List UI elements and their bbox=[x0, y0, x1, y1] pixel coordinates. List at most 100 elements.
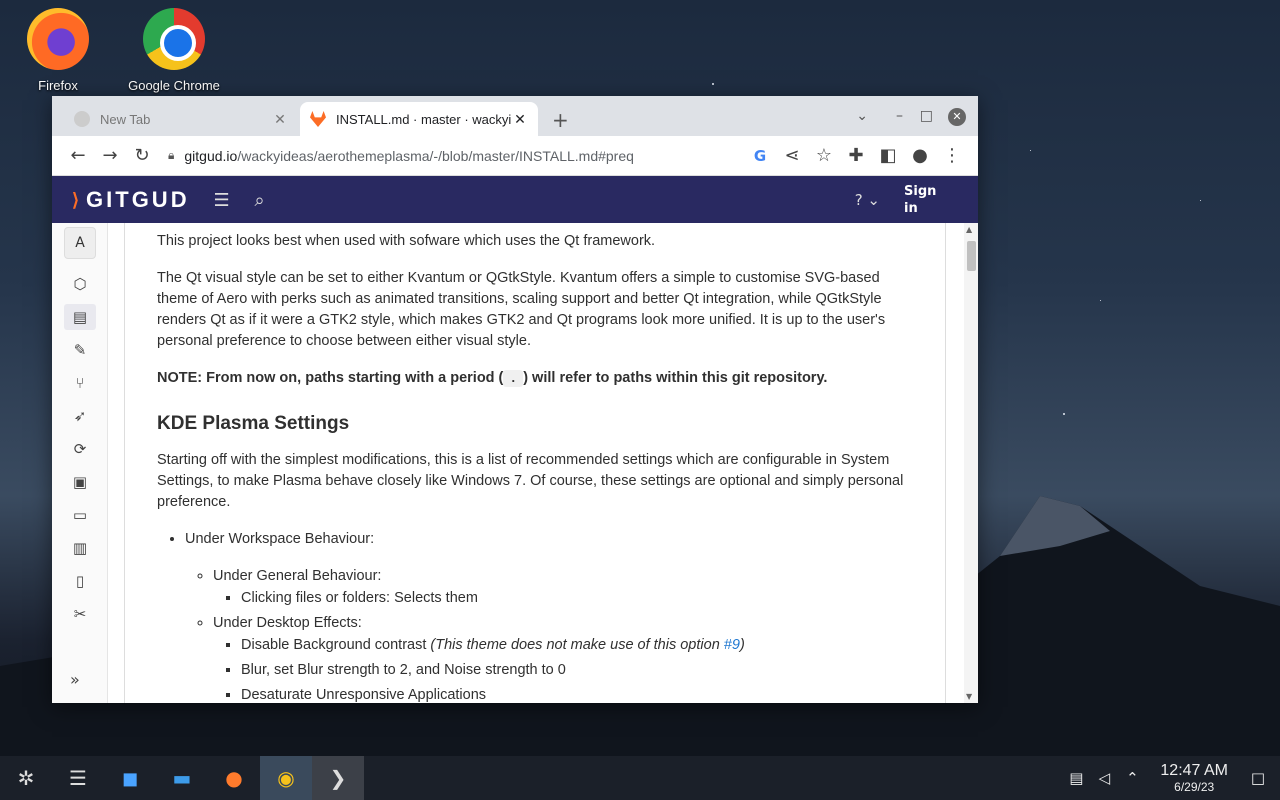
help-icon[interactable]: ? ⌄ bbox=[855, 191, 880, 209]
browser-toolbar: ← → ↻ 🔒︎ gitgud.io/wackyideas/aerothemep… bbox=[52, 136, 978, 176]
scroll-up-icon[interactable]: ▲ bbox=[966, 225, 972, 234]
clock-time: 12:47 AM bbox=[1160, 762, 1228, 779]
bookmark-star-icon[interactable]: ☆ bbox=[808, 140, 840, 172]
analytics-icon[interactable]: ▥ bbox=[64, 535, 96, 561]
close-tab-icon[interactable]: ✕ bbox=[512, 111, 528, 128]
tab-strip: New Tab ✕ INSTALL.md · master · wackyi ✕… bbox=[52, 96, 978, 136]
terminal-icon[interactable]: ❯ bbox=[312, 756, 364, 800]
tray-expand-icon[interactable]: ⌃ bbox=[1118, 769, 1146, 787]
section-heading: KDE Plasma Settings bbox=[157, 413, 350, 434]
firefox-icon[interactable]: ● bbox=[208, 756, 260, 800]
url-host: gitgud.io bbox=[184, 147, 238, 164]
note-text: ) bbox=[739, 637, 745, 653]
list-item-text: Under Desktop Effects: bbox=[213, 615, 362, 631]
wiki-icon[interactable]: ▯ bbox=[64, 568, 96, 594]
doc-paragraph: This project looks best when used with s… bbox=[157, 233, 656, 249]
forward-icon[interactable]: → bbox=[94, 140, 126, 172]
volume-muted-icon[interactable]: ◁ bbox=[1090, 769, 1118, 787]
app-launcher-icon[interactable]: ✲ bbox=[0, 756, 52, 800]
profile-icon[interactable]: ● bbox=[904, 140, 936, 172]
new-tab-button[interactable]: + bbox=[552, 108, 569, 132]
gitlab-header: ⟩ GITGUD ☰ ⌕ ? ⌄ Sign in bbox=[52, 176, 978, 224]
chrome-icon bbox=[143, 8, 205, 70]
sign-in-link[interactable]: Sign in bbox=[904, 183, 938, 217]
extensions-icon[interactable]: ✚ bbox=[840, 140, 872, 172]
tab-title: INSTALL.md · master · wackyi bbox=[336, 111, 512, 127]
gitgud-logo[interactable]: ⟩ GITGUD bbox=[72, 187, 190, 213]
minimize-icon[interactable]: – bbox=[896, 108, 903, 124]
project-avatar[interactable]: A bbox=[64, 227, 96, 259]
list-item: Under General Behaviour: Clicking files … bbox=[213, 566, 913, 609]
scrollbar-thumb[interactable] bbox=[967, 241, 976, 271]
firefox-icon bbox=[27, 8, 89, 70]
close-tab-icon[interactable]: ✕ bbox=[272, 111, 288, 128]
deployments-icon[interactable]: ➶ bbox=[64, 403, 96, 429]
collapse-sidebar-icon[interactable]: » bbox=[70, 670, 80, 689]
note-text: (This theme does not make use of this op… bbox=[430, 637, 724, 653]
operations-icon[interactable]: ⟳ bbox=[64, 436, 96, 462]
list-item-text: Under Workspace Behaviour: bbox=[185, 531, 375, 547]
reload-icon[interactable]: ↻ bbox=[126, 140, 158, 172]
list-item-text: Under General Behaviour: bbox=[213, 568, 382, 584]
maximize-icon[interactable]: □ bbox=[920, 108, 933, 124]
show-desktop-icon[interactable]: □ bbox=[1244, 769, 1272, 787]
doc-paragraph: The Qt visual style can be set to either… bbox=[157, 270, 886, 349]
system-settings-icon[interactable]: ☰ bbox=[52, 756, 104, 800]
list-item: Under Desktop Effects: Disable Backgroun… bbox=[213, 613, 913, 703]
share-icon[interactable]: ⋖ bbox=[776, 140, 808, 172]
list-item: Under Workspace Behaviour: Under General… bbox=[185, 529, 913, 703]
nested-list: Under General Behaviour: Clicking files … bbox=[213, 566, 913, 703]
project-sidebar: A ⬡ ▤ ✎ ⑂ ➶ ⟳ ▣ ▭ ▥ ▯ ✂ » bbox=[52, 223, 108, 703]
nested-list: Disable Background contrast (This theme … bbox=[241, 635, 913, 703]
chrome-icon[interactable]: ◉ bbox=[260, 756, 312, 800]
list-item-text: Disable Background contrast bbox=[241, 637, 431, 653]
menu-kebab-icon[interactable]: ⋮ bbox=[936, 140, 968, 172]
clipboard-icon[interactable]: ▤ bbox=[1062, 769, 1090, 787]
inline-code: . bbox=[503, 370, 524, 387]
clock-date: 6/29/23 bbox=[1174, 780, 1215, 794]
clock[interactable]: 12:47 AM 6/29/23 bbox=[1160, 762, 1228, 794]
url-path: /wackyideas/aerothemeplasma/-/blob/maste… bbox=[237, 147, 634, 164]
project-overview-icon[interactable]: ⬡ bbox=[64, 271, 96, 297]
desktop-icon-label: Google Chrome bbox=[128, 78, 220, 93]
note-text: NOTE: From now on, paths starting with a… bbox=[157, 370, 504, 386]
issue-link[interactable]: #9 bbox=[724, 637, 740, 653]
desktop-icon-chrome[interactable]: Google Chrome bbox=[119, 8, 229, 93]
side-panel-icon[interactable]: ◧ bbox=[872, 140, 904, 172]
monitor-icon[interactable]: ▭ bbox=[64, 502, 96, 528]
discover-store-icon[interactable]: ◼ bbox=[104, 756, 156, 800]
search-icon[interactable]: ⌕ bbox=[248, 188, 272, 212]
tab-install-md[interactable]: INSTALL.md · master · wackyi ✕ bbox=[300, 102, 538, 136]
snippets-icon[interactable]: ✂ bbox=[64, 601, 96, 627]
repository-icon[interactable]: ▤ bbox=[64, 304, 96, 330]
back-icon[interactable]: ← bbox=[62, 140, 94, 172]
tab-title: New Tab bbox=[100, 111, 151, 127]
packages-icon[interactable]: ▣ bbox=[64, 469, 96, 495]
doc-paragraph: Starting off with the simplest modificat… bbox=[157, 452, 904, 510]
settings-list: Under Workspace Behaviour: Under General… bbox=[185, 529, 913, 703]
page-content: A ⬡ ▤ ✎ ⑂ ➶ ⟳ ▣ ▭ ▥ ▯ ✂ » This project l… bbox=[52, 223, 978, 703]
system-tray: ▤ ◁ ⌃ 12:47 AM 6/29/23 □ bbox=[1062, 756, 1280, 800]
merge-requests-icon[interactable]: ⑂ bbox=[64, 370, 96, 396]
page-scrollbar[interactable]: ▲ ▼ bbox=[964, 223, 978, 703]
taskbar: ✲ ☰ ◼ ▬ ● ◉ ❯ ▤ ◁ ⌃ 12:47 AM 6/29/23 □ bbox=[0, 756, 1280, 800]
google-lens-icon[interactable]: G bbox=[744, 140, 776, 172]
address-bar[interactable]: 🔒︎ gitgud.io/wackyideas/aerothemeplasma/… bbox=[158, 141, 744, 171]
chrome-icon bbox=[74, 111, 90, 127]
gitgud-mark-icon: ⟩ bbox=[72, 189, 83, 210]
issues-icon[interactable]: ✎ bbox=[64, 337, 96, 363]
gitlab-icon bbox=[310, 111, 326, 127]
scroll-down-icon[interactable]: ▼ bbox=[966, 692, 972, 701]
close-window-icon[interactable]: ✕ bbox=[948, 108, 966, 126]
list-item-note: (This theme does not make use of this op… bbox=[430, 637, 744, 653]
desktop-icon-label: Firefox bbox=[38, 78, 78, 93]
hamburger-menu-icon[interactable]: ☰ bbox=[210, 188, 234, 212]
file-manager-icon[interactable]: ▬ bbox=[156, 756, 208, 800]
browser-window: New Tab ✕ INSTALL.md · master · wackyi ✕… bbox=[52, 96, 978, 703]
tab-search-icon[interactable]: ⌄ bbox=[856, 108, 868, 124]
gitgud-logo-text: GITGUD bbox=[86, 187, 190, 212]
note-text: ) will refer to paths within this git re… bbox=[523, 370, 828, 386]
tab-new-tab[interactable]: New Tab ✕ bbox=[64, 102, 298, 136]
desktop-icon-firefox[interactable]: Firefox bbox=[3, 8, 113, 93]
lock-icon: 🔒︎ bbox=[168, 148, 175, 162]
